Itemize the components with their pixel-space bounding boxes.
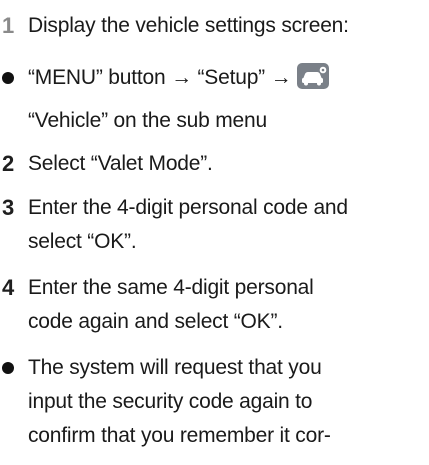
step-1-text: Display the vehicle settings screen:	[28, 14, 349, 37]
bullet-icon	[2, 362, 14, 374]
step-4-line-1: Enter the same 4-digit personal	[28, 276, 314, 299]
note-line-3: confirm that you remember it cor-	[28, 424, 331, 447]
note-line-1: The system will request that you	[28, 356, 322, 379]
step-3-line-2: select “OK”.	[28, 230, 137, 253]
step-4-number: 4	[2, 275, 15, 300]
step-3-number: 3	[2, 195, 15, 220]
bullet-icon	[2, 72, 14, 84]
menu-path-line-1: “MENU” button → “Setup” →	[28, 62, 330, 94]
step-2-number: 2	[2, 151, 15, 176]
car-settings-icon	[297, 63, 330, 89]
menu-path-line-2: “Vehicle” on the sub menu	[28, 109, 267, 132]
step-2-text: Select “Valet Mode”.	[28, 152, 213, 175]
step-1-number: 1	[2, 13, 15, 38]
step-3-line-1: Enter the 4-digit personal code and	[28, 196, 348, 219]
instruction-page: 1 Display the vehicle settings screen: “…	[0, 0, 429, 465]
note-line-2: input the security code again to	[28, 390, 313, 413]
step-4-line-2: code again and select “OK”.	[28, 310, 283, 333]
